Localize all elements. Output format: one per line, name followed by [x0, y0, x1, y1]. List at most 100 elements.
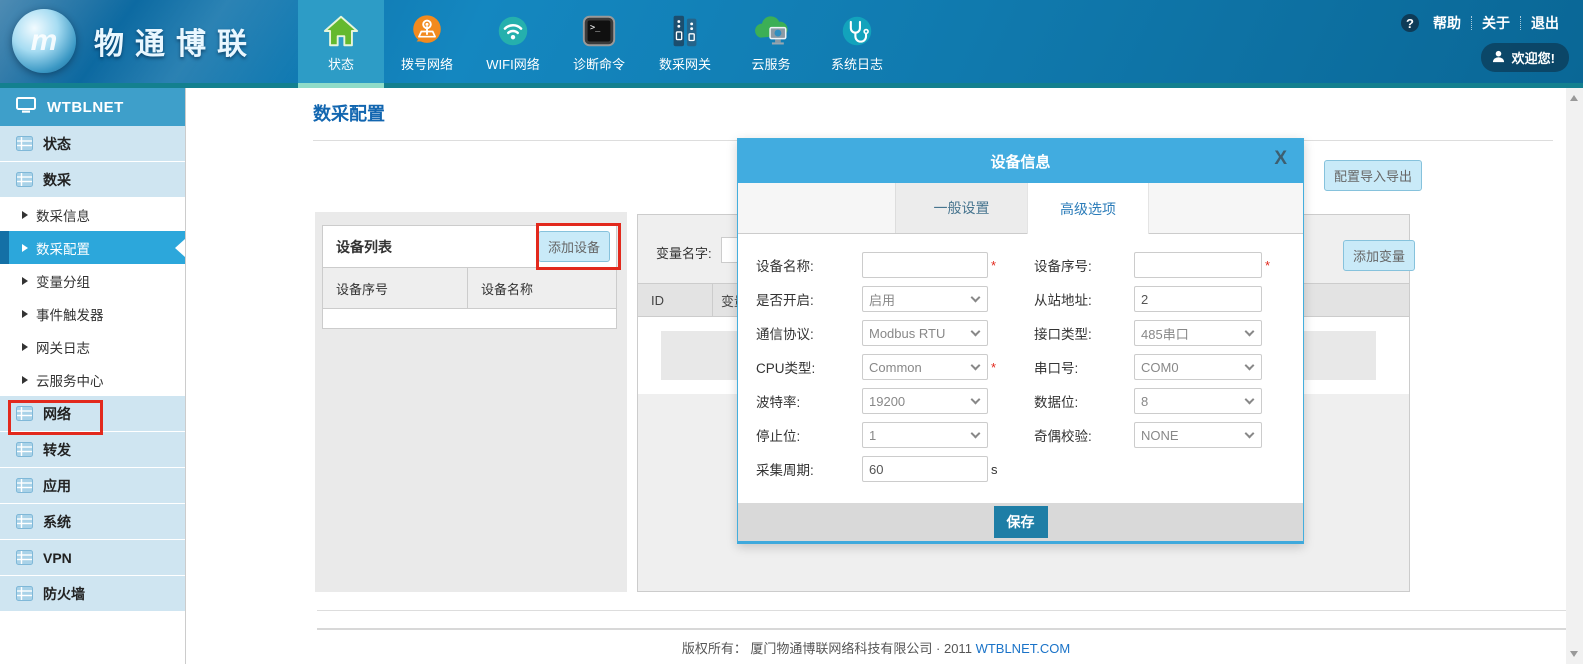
- sidebar-item-data-info[interactable]: 数采信息: [0, 198, 185, 231]
- logo-mark: m: [31, 24, 58, 58]
- sidebar-item-firewall[interactable]: 防火墙: [0, 576, 185, 612]
- chevron-down-icon: [1245, 361, 1255, 371]
- device-name-row: 设备名称: *: [756, 248, 998, 282]
- stop-bits-select[interactable]: 1: [862, 422, 988, 448]
- baud-rate-select[interactable]: 19200: [862, 388, 988, 414]
- home-icon: [322, 7, 360, 54]
- protocol-select[interactable]: Modbus RTU: [862, 320, 988, 346]
- sidebar-item-application[interactable]: 应用: [0, 468, 185, 504]
- logout-link[interactable]: 退出: [1521, 13, 1569, 33]
- cpu-type-row: CPU类型: Common *: [756, 350, 998, 384]
- table-icon: [16, 478, 33, 493]
- device-name-input[interactable]: [862, 252, 988, 278]
- header-links: ? 帮助 关于 退出: [1401, 13, 1569, 33]
- enable-select[interactable]: 启用: [862, 286, 988, 312]
- table-icon: [16, 550, 33, 565]
- help-icon: ?: [1401, 14, 1419, 32]
- serial-port-row: 串口号: COM0: [1034, 350, 1270, 384]
- device-serial-column-header: 设备序号: [323, 268, 468, 308]
- logo-sphere-icon: m: [12, 9, 76, 73]
- protocol-row: 通信协议: Modbus RTU: [756, 316, 998, 350]
- monitor-icon: [16, 97, 36, 118]
- caret-right-icon: [22, 211, 28, 219]
- form-left-column: 设备名称: * 是否开启: 启用 通信协议: Modbus RTU CPU类型: [756, 248, 998, 486]
- user-icon: [1492, 50, 1505, 66]
- data-bits-select[interactable]: 8: [1134, 388, 1262, 414]
- tab-advanced-options[interactable]: 高级选项: [1027, 183, 1149, 234]
- sidebar-item-event-trigger[interactable]: 事件触发器: [0, 297, 185, 330]
- chevron-down-icon: [971, 395, 981, 405]
- sidebar-item-cloud-center[interactable]: 云服务中心: [0, 363, 185, 396]
- stethoscope-icon: [838, 7, 876, 54]
- top-nav: 状态 拨号网络 WIFI网络 >_ 诊断命令 数采网关: [298, 0, 900, 88]
- chevron-down-icon: [1245, 429, 1255, 439]
- parity-row: 奇偶校验: NONE: [1034, 418, 1270, 452]
- serial-port-select[interactable]: COM0: [1134, 354, 1262, 380]
- enable-row: 是否开启: 启用: [756, 282, 998, 316]
- nav-item-diagnostic-command[interactable]: >_ 诊断命令: [556, 0, 642, 88]
- parity-select[interactable]: NONE: [1134, 422, 1262, 448]
- device-list-card: 设备列表 添加设备 设备序号 设备名称: [322, 225, 617, 329]
- sidebar-item-gateway-log[interactable]: 网关日志: [0, 330, 185, 363]
- sidebar-item-data-collection[interactable]: 数采: [0, 162, 185, 198]
- scroll-up-icon[interactable]: [1570, 95, 1578, 101]
- sidebar-item-data-config[interactable]: 数采配置: [0, 231, 185, 264]
- table-icon: [16, 136, 33, 151]
- config-import-export-button[interactable]: 配置导入导出: [1324, 160, 1422, 191]
- svg-text:>_: >_: [590, 23, 601, 33]
- dial-network-icon: [408, 7, 446, 54]
- chevron-down-icon: [971, 429, 981, 439]
- device-name-column-header: 设备名称: [468, 268, 533, 308]
- id-column-header: ID: [638, 284, 713, 316]
- logo-text: 物通博联: [94, 19, 258, 63]
- interface-type-select[interactable]: 485串口: [1134, 320, 1262, 346]
- help-link[interactable]: 帮助: [1423, 13, 1471, 33]
- dialog-body: 设备名称: * 是否开启: 启用 通信协议: Modbus RTU CPU类型: [738, 235, 1303, 503]
- variable-search-label: 变量名字:: [656, 243, 712, 262]
- data-bits-row: 数据位: 8: [1034, 384, 1270, 418]
- chevron-down-icon: [971, 327, 981, 337]
- nav-item-status[interactable]: 状态: [298, 0, 384, 88]
- nav-item-dial-network[interactable]: 拨号网络: [384, 0, 470, 88]
- nav-item-system-log[interactable]: 系统日志: [814, 0, 900, 88]
- nav-item-data-gateway[interactable]: 数采网关: [642, 0, 728, 88]
- chevron-down-icon: [971, 293, 981, 303]
- sidebar-item-variable-group[interactable]: 变量分组: [0, 264, 185, 297]
- device-serial-input[interactable]: [1134, 252, 1262, 278]
- dialog-tab-bar: 一般设置 高级选项: [738, 183, 1303, 234]
- wtblnet-link[interactable]: WTBLNET.COM: [976, 641, 1071, 656]
- add-device-button[interactable]: 添加设备: [538, 231, 610, 262]
- save-button[interactable]: 保存: [994, 506, 1048, 538]
- collect-period-input[interactable]: [862, 456, 988, 482]
- device-serial-row: 设备序号: *: [1034, 248, 1270, 282]
- nav-item-cloud-service[interactable]: 云服务: [728, 0, 814, 88]
- device-list-header: 设备列表 添加设备: [323, 226, 616, 267]
- table-icon: [16, 172, 33, 187]
- caret-right-icon: [22, 376, 28, 384]
- sidebar-item-vpn[interactable]: VPN: [0, 540, 185, 576]
- device-info-dialog: 设备信息 X 一般设置 高级选项 设备名称: * 是否开启: 启用 通信协议:: [737, 138, 1304, 544]
- nav-item-wifi-network[interactable]: WIFI网络: [470, 0, 556, 88]
- welcome-badge[interactable]: 欢迎您!: [1481, 43, 1569, 72]
- sidebar-item-forwarding[interactable]: 转发: [0, 432, 185, 468]
- close-icon[interactable]: X: [1274, 148, 1287, 171]
- stop-bits-row: 停止位: 1: [756, 418, 998, 452]
- tab-general-settings[interactable]: 一般设置: [895, 183, 1027, 233]
- vertical-scrollbar[interactable]: [1566, 88, 1583, 664]
- terminal-icon: >_: [580, 7, 618, 54]
- cpu-type-select[interactable]: Common: [862, 354, 988, 380]
- required-marker: *: [991, 258, 996, 273]
- scroll-down-icon[interactable]: [1570, 651, 1578, 657]
- slave-address-input[interactable]: [1134, 286, 1262, 312]
- sidebar-item-system[interactable]: 系统: [0, 504, 185, 540]
- chevron-down-icon: [1245, 395, 1255, 405]
- add-variable-button[interactable]: 添加变量: [1343, 240, 1415, 271]
- caret-right-icon: [22, 310, 28, 318]
- sidebar-item-network[interactable]: 网络: [0, 396, 185, 432]
- app-header: m 物通博联 状态 拨号网络 WIFI网络 >_ 诊断命令: [0, 0, 1583, 88]
- interface-type-row: 接口类型: 485串口: [1034, 316, 1270, 350]
- sidebar-item-status[interactable]: 状态: [0, 126, 185, 162]
- sidebar-title: WTBLNET: [0, 88, 185, 126]
- about-link[interactable]: 关于: [1472, 13, 1520, 33]
- chevron-down-icon: [1245, 327, 1255, 337]
